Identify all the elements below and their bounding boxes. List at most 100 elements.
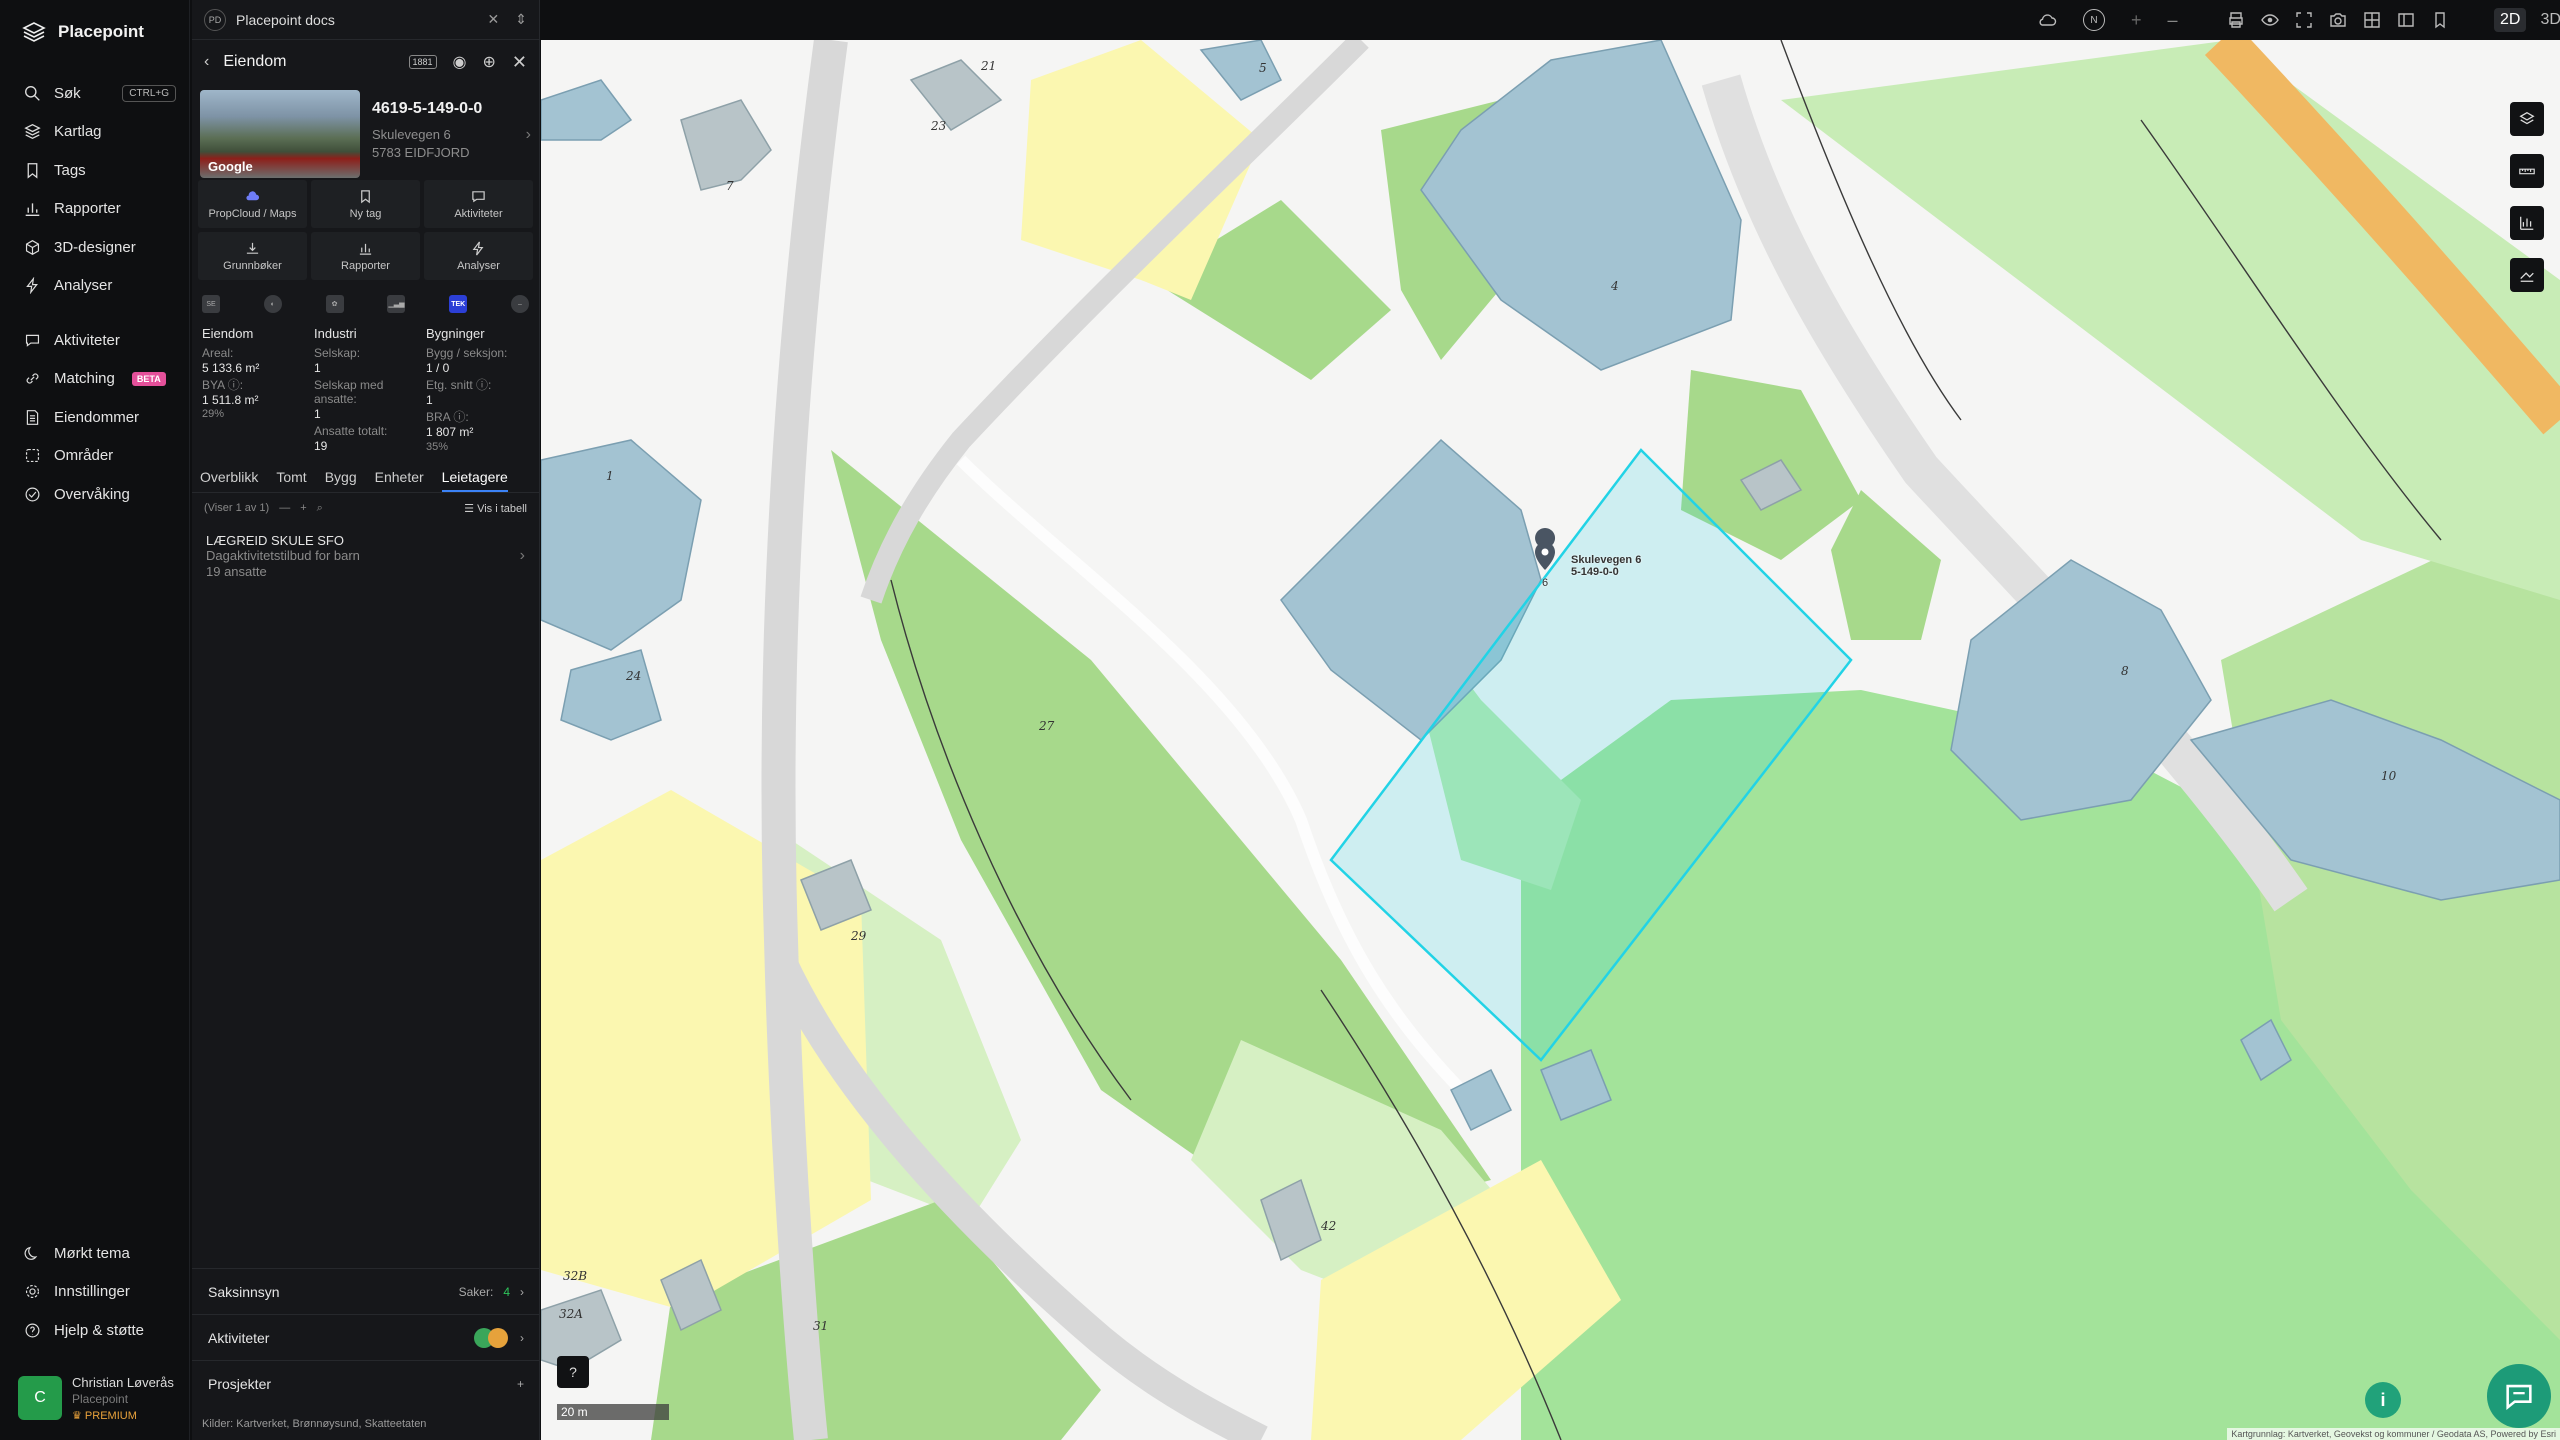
section-title: Saksinnsyn <box>208 1283 280 1300</box>
print-icon[interactable] <box>2226 10 2246 30</box>
eye-icon[interactable] <box>2260 10 2280 30</box>
eye-icon[interactable]: ◉ <box>453 52 467 72</box>
fact-label: Selskap: <box>314 346 361 360</box>
nav-item-help[interactable]: Hjelp & støtte <box>0 1311 190 1350</box>
docs-title[interactable]: Placepoint docs <box>236 12 335 28</box>
map-canvas[interactable]: 21 5 23 7 4 1 24 27 8 10 29 42 32B 32A 3… <box>541 40 2560 1440</box>
chat-button[interactable] <box>2487 1364 2551 1428</box>
section-title: Prosjekter <box>208 1375 272 1392</box>
source-tek-icon[interactable]: TEK <box>449 295 468 313</box>
property-summary[interactable]: Google 4619-5-149-0-0 Skulevegen 6 5783 E… <box>192 84 539 180</box>
fact-label: Bygg / seksjon: <box>426 346 508 360</box>
source-link[interactable]: Kartverket, <box>236 1418 289 1430</box>
nav-item-analyser[interactable]: Analyser <box>0 267 190 306</box>
collapse-icon[interactable]: — <box>279 502 290 514</box>
grunnboker-button[interactable]: Grunnbøker <box>198 232 307 280</box>
tab-tomt[interactable]: Tomt <box>276 467 306 492</box>
tag-1881-button[interactable]: 1881 <box>408 55 437 69</box>
source-bars-icon[interactable]: ▁▃▅ <box>387 295 406 313</box>
brand-logo[interactable]: Placepoint <box>22 20 144 44</box>
plan-badge: ♛ PREMIUM <box>72 1409 174 1422</box>
nav-item-aktiviteter[interactable]: Aktiviteter <box>0 321 190 360</box>
moon-icon <box>24 1246 38 1260</box>
house-number: 5 <box>1259 61 1267 75</box>
activities-button[interactable]: Aktiviteter <box>424 180 533 228</box>
grid-icon[interactable] <box>2362 10 2382 30</box>
bookmark-icon[interactable] <box>2430 10 2450 30</box>
target-icon[interactable]: ⊕ <box>483 52 496 72</box>
nav-item-3d-designer[interactable]: 3D-designer <box>0 228 190 267</box>
close-icon[interactable]: ✕ <box>488 11 500 28</box>
section-aktiviteter[interactable]: Aktiviteter › <box>192 1314 540 1360</box>
new-tag-button[interactable]: Ny tag <box>311 180 420 228</box>
analyses-button[interactable]: Analyser <box>424 232 533 280</box>
gear-icon <box>25 1285 40 1299</box>
nav-item-eiendommer[interactable]: Eiendommer <box>0 398 190 437</box>
add-icon[interactable]: + <box>517 1377 524 1391</box>
bar-chart-icon <box>359 243 372 255</box>
cases-label: Saker: <box>458 1284 494 1299</box>
nav-item-rapporter[interactable]: Rapporter <box>0 190 190 229</box>
building <box>1449 1068 1513 1132</box>
user-profile[interactable]: C Christian Løverås Placepoint ♛ PREMIUM <box>18 1372 186 1424</box>
compass-button[interactable]: N <box>2083 9 2105 31</box>
source-plant-icon[interactable]: ✿ <box>325 295 344 313</box>
source-more-icon[interactable]: – <box>510 295 529 313</box>
toolbar-left-group: N + – <box>2037 8 2178 32</box>
nav-label: Tags <box>54 161 86 179</box>
show-table-label: Vis i tabell <box>477 502 527 515</box>
info-button[interactable]: i <box>2365 1382 2401 1418</box>
nav-item-tags[interactable]: Tags <box>0 151 190 190</box>
source-link[interactable]: Brønnøysund, <box>293 1418 362 1430</box>
nav-item-kartlag[interactable]: Kartlag <box>0 113 190 152</box>
list-item[interactable]: LÆGREID SKULE SFO Dagaktivitetstilbud fo… <box>192 523 539 589</box>
source-link[interactable]: Skatteetaten <box>365 1418 427 1430</box>
reports-button[interactable]: Rapporter <box>311 232 420 280</box>
cases-count: 4 <box>503 1284 510 1299</box>
propcloud-button[interactable]: PropCloud / Maps <box>198 180 307 228</box>
map-help-button[interactable]: ? <box>557 1356 589 1388</box>
camera-icon[interactable] <box>2328 10 2348 30</box>
property-photo[interactable]: Google <box>200 90 360 178</box>
mode-3d-button[interactable]: 3D <box>2540 11 2560 29</box>
chat-bubble-icon <box>2506 1384 2532 1410</box>
nav-item-dark-theme[interactable]: Mørkt tema <box>0 1234 190 1273</box>
list-icon: ☰ <box>464 502 478 515</box>
tab-enheter[interactable]: Enheter <box>375 467 424 492</box>
nav-label: Mørkt tema <box>54 1244 130 1262</box>
close-panel-icon[interactable]: ✕ <box>512 52 527 73</box>
mode-2d-button[interactable]: 2D <box>2494 8 2527 32</box>
back-icon[interactable]: ‹ <box>204 53 209 71</box>
tab-overblikk[interactable]: Overblikk <box>200 467 258 492</box>
facts-eiendom: Eiendom Areal: 5 133.6 m² BYA ⓘ: 1 511.8… <box>202 326 314 457</box>
chart-icon <box>2520 216 2534 230</box>
nav-label: Områder <box>54 447 114 465</box>
adjust-button[interactable] <box>2510 258 2544 292</box>
nav-item-matching[interactable]: Matching BETA <box>0 360 190 399</box>
source-se-icon[interactable]: SE <box>202 295 220 313</box>
zoom-in-icon[interactable]: + <box>2131 10 2142 31</box>
nav-item-omrader[interactable]: Områder <box>0 437 190 476</box>
show-table-link[interactable]: ☰ Vis i tabell <box>464 502 527 515</box>
nav-item-search[interactable]: Søk CTRL+G <box>0 74 190 113</box>
section-saksinnsyn[interactable]: Saksinnsyn Saker: 4 › <box>192 1268 540 1314</box>
add-icon[interactable]: + <box>300 502 306 514</box>
nav-item-settings[interactable]: Innstillinger <box>0 1273 190 1312</box>
section-meta: Saker: 4 › <box>459 1285 524 1299</box>
columns-icon[interactable] <box>2396 10 2416 30</box>
statistics-button[interactable] <box>2510 206 2544 240</box>
nav-item-overvaking[interactable]: Overvåking <box>0 475 190 514</box>
search-icon[interactable]: ⌕ <box>317 502 323 515</box>
fullscreen-icon[interactable] <box>2294 10 2314 30</box>
layer-settings-button[interactable] <box>2510 102 2544 136</box>
cloud-sync-icon[interactable] <box>2037 10 2057 30</box>
section-prosjekter[interactable]: Prosjekter + <box>192 1360 540 1406</box>
house-number: 21 <box>980 59 996 73</box>
zoom-out-icon[interactable]: – <box>2168 10 2178 31</box>
measure-button[interactable] <box>2510 154 2544 188</box>
expand-icon[interactable]: ⇕ <box>515 11 527 28</box>
source-globe-icon[interactable]: ◐ <box>263 295 282 313</box>
tab-bygg[interactable]: Bygg <box>325 467 357 492</box>
tab-leietagere[interactable]: Leietagere <box>441 467 508 493</box>
